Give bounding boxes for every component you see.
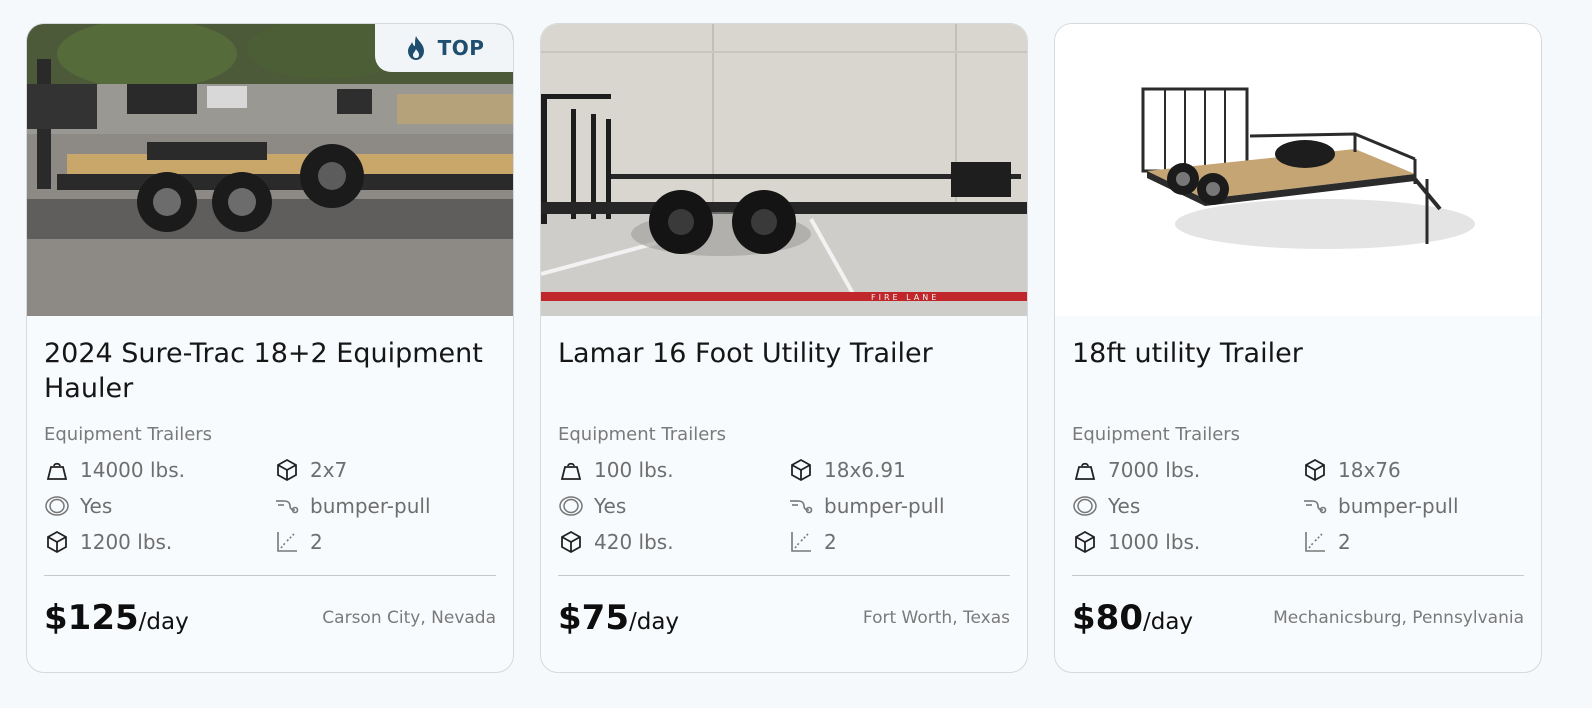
hitch-icon [788, 493, 814, 519]
listing-location: Mechanicsburg, Pennsylvania [1273, 608, 1524, 628]
badge-label: TOP [437, 36, 485, 60]
weight-icon [1072, 457, 1098, 483]
top-badge: TOP [375, 24, 513, 72]
listing-location: Carson City, Nevada [322, 608, 496, 628]
spec-brakes: Yes [44, 493, 274, 519]
listing-photo[interactable]: FIRE LANE [541, 24, 1027, 316]
axle-chart-icon [1302, 529, 1328, 555]
spec-axles: 2 [274, 529, 494, 555]
listing-photo[interactable] [1055, 24, 1541, 316]
spec-size: 18x6.91 [788, 457, 1008, 483]
price: $80 /day [1072, 598, 1193, 638]
spec-brakes: Yes [1072, 493, 1302, 519]
hitch-icon [1302, 493, 1328, 519]
price: $75 /day [558, 598, 679, 638]
price-amount: $80 [1072, 598, 1143, 638]
box-icon [788, 457, 814, 483]
spec-payload: 420 lbs. [558, 529, 788, 555]
listing-footer: $75 /day Fort Worth, Texas [558, 594, 1010, 642]
listing-category: Equipment Trailers [44, 424, 213, 445]
listing-footer: $125 /day Carson City, Nevada [44, 594, 496, 642]
fire-lane-marking: FIRE LANE [871, 293, 939, 302]
price-unit: /day [1142, 609, 1194, 635]
spec-axles: 2 [1302, 529, 1522, 555]
spec-hitch: bumper-pull [1302, 493, 1522, 519]
box-icon [44, 529, 70, 555]
listing-title[interactable]: 2024 Sure-Trac 18+2 Equipment Hauler [44, 316, 496, 424]
price: $125 /day [44, 598, 189, 638]
listing-title[interactable]: 18ft utility Trailer [1072, 316, 1524, 424]
spec-payload: 1000 lbs. [1072, 529, 1302, 555]
spec-hitch: bumper-pull [274, 493, 494, 519]
divider [558, 575, 1010, 576]
price-unit: /day [138, 609, 189, 635]
spec-weight: 100 lbs. [558, 457, 788, 483]
price-unit: /day [628, 609, 680, 635]
box-icon [274, 457, 300, 483]
brakes-icon [558, 493, 584, 519]
spec-grid: 7000 lbs. 18x76 Yes bumper-pull 1000 lbs… [1072, 457, 1524, 555]
brakes-icon [1072, 493, 1098, 519]
listing-location: Fort Worth, Texas [862, 608, 1010, 628]
spec-size: 18x76 [1302, 457, 1522, 483]
hitch-icon [274, 493, 300, 519]
brakes-icon [44, 493, 70, 519]
spec-payload: 1200 lbs. [44, 529, 274, 555]
spec-grid: 14000 lbs. 2x7 Yes bumper-pull 1200 lbs.… [44, 457, 496, 555]
price-amount: $125 [44, 598, 139, 638]
box-icon [1072, 529, 1098, 555]
spec-brakes: Yes [558, 493, 788, 519]
flame-icon [404, 35, 428, 61]
weight-icon [558, 457, 584, 483]
spec-size: 2x7 [274, 457, 494, 483]
axle-chart-icon [788, 529, 814, 555]
spec-hitch: bumper-pull [788, 493, 1008, 519]
listing-card[interactable]: FIRE LANE Lamar 16 Foot Utility Trailer … [540, 23, 1028, 673]
spec-grid: 100 lbs. 18x6.91 Yes bumper-pull 420 lbs… [558, 457, 1010, 555]
listing-card[interactable]: 18ft utility Trailer Equipment Trailers … [1054, 23, 1542, 673]
weight-icon [44, 457, 70, 483]
divider [44, 575, 496, 576]
listing-photo[interactable]: TOP [27, 24, 513, 316]
box-icon [1302, 457, 1328, 483]
spec-weight: 14000 lbs. [44, 457, 274, 483]
axle-chart-icon [274, 529, 300, 555]
listing-footer: $80 /day Mechanicsburg, Pennsylvania [1072, 594, 1524, 642]
spec-weight: 7000 lbs. [1072, 457, 1302, 483]
listing-category: Equipment Trailers [1072, 424, 1241, 445]
spec-axles: 2 [788, 529, 1008, 555]
listing-card[interactable]: TOP 2024 Sure-Trac 18+2 Equipment Hauler… [26, 23, 514, 673]
price-amount: $75 [558, 598, 629, 638]
box-icon [558, 529, 584, 555]
divider [1072, 575, 1524, 576]
listing-category: Equipment Trailers [558, 424, 727, 445]
listing-title[interactable]: Lamar 16 Foot Utility Trailer [558, 316, 1010, 424]
